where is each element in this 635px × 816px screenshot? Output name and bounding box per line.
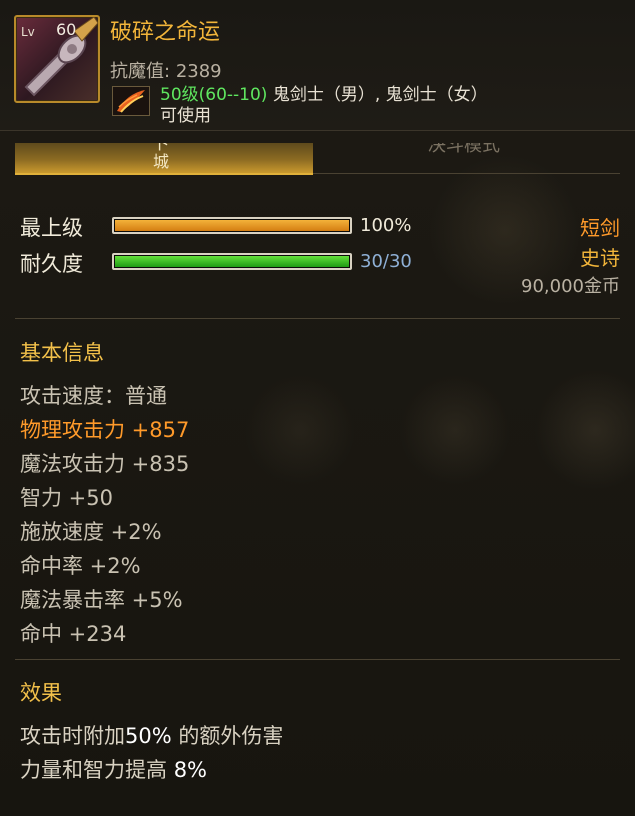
stat-attack-speed: 攻击速度：普通 <box>20 384 167 408</box>
durability-bar-fill <box>115 256 349 267</box>
stat-accuracy: 命中 +234 <box>20 622 127 646</box>
effects-title: 效果 <box>20 681 62 705</box>
upgrade-bar-fill <box>115 220 349 231</box>
upgrade-label: 最上级 <box>20 216 83 240</box>
effect2-value: 8% <box>173 758 208 782</box>
required-classes: 鬼剑士（男）, 鬼剑士（女） <box>272 85 488 105</box>
tab-pvp-mode[interactable]: 决斗模式 <box>313 143 620 174</box>
durability-label: 耐久度 <box>20 252 83 276</box>
item-level-prefix: Lv <box>21 25 35 39</box>
effect-str-int-boost: 力量和智力提高 8% <box>20 754 207 784</box>
effect-extra-damage: 攻击时附加50% 的额外伤害 <box>20 720 283 750</box>
stat-magic-crit: 魔法暴击率 +5% <box>20 588 183 612</box>
weapon-type: 短剑 <box>580 216 620 240</box>
item-rarity: 史诗 <box>580 246 620 270</box>
stat-hit-rate: 命中率 +2% <box>20 554 141 578</box>
basic-info-title: 基本信息 <box>20 341 104 365</box>
item-price: 90,000金币 <box>521 276 620 297</box>
upgrade-value: 100% <box>360 215 412 236</box>
item-name: 破碎之命运 <box>110 20 221 45</box>
stat-magic-attack: 魔法攻击力 +835 <box>20 452 190 476</box>
tab-dungeon-mode[interactable]: 卜城 <box>15 143 313 175</box>
phoenix-feather-icon <box>112 86 150 116</box>
stat-cast-speed: 施放速度 +2% <box>20 520 162 544</box>
effect1-value: 50% <box>125 724 172 748</box>
tab-dungeon-label: 卜城 <box>150 143 169 171</box>
effect1-prefix: 攻击时附加 <box>20 724 125 748</box>
item-level: 60 <box>56 20 77 39</box>
item-tooltip-panel: Lv 60 破碎之命运 抗魔值: 2389 50级(60--10) 鬼剑士（男）… <box>0 0 635 816</box>
divider <box>15 659 620 660</box>
effect2-prefix: 力量和智力提高 <box>20 758 174 782</box>
divider <box>15 318 620 319</box>
anti-magic-label: 抗魔值: <box>110 61 171 82</box>
sword-hilt-icon[interactable]: Lv 60 <box>14 15 100 103</box>
stat-intelligence: 智力 +50 <box>20 486 113 510</box>
usable-status: 可使用 <box>160 106 211 126</box>
stat-physical-attack: 物理攻击力 +857 <box>20 418 190 442</box>
tab-pvp-label: 决斗模式 <box>428 143 500 156</box>
anti-magic-value: 2389 <box>175 61 222 82</box>
durability-value: 30/30 <box>360 251 412 272</box>
effect1-suffix: 的额外伤害 <box>171 724 284 748</box>
upgrade-bar <box>112 217 352 234</box>
durability-bar <box>112 253 352 270</box>
item-header: Lv 60 破碎之命运 抗魔值: 2389 50级(60--10) 鬼剑士（男）… <box>0 0 635 131</box>
